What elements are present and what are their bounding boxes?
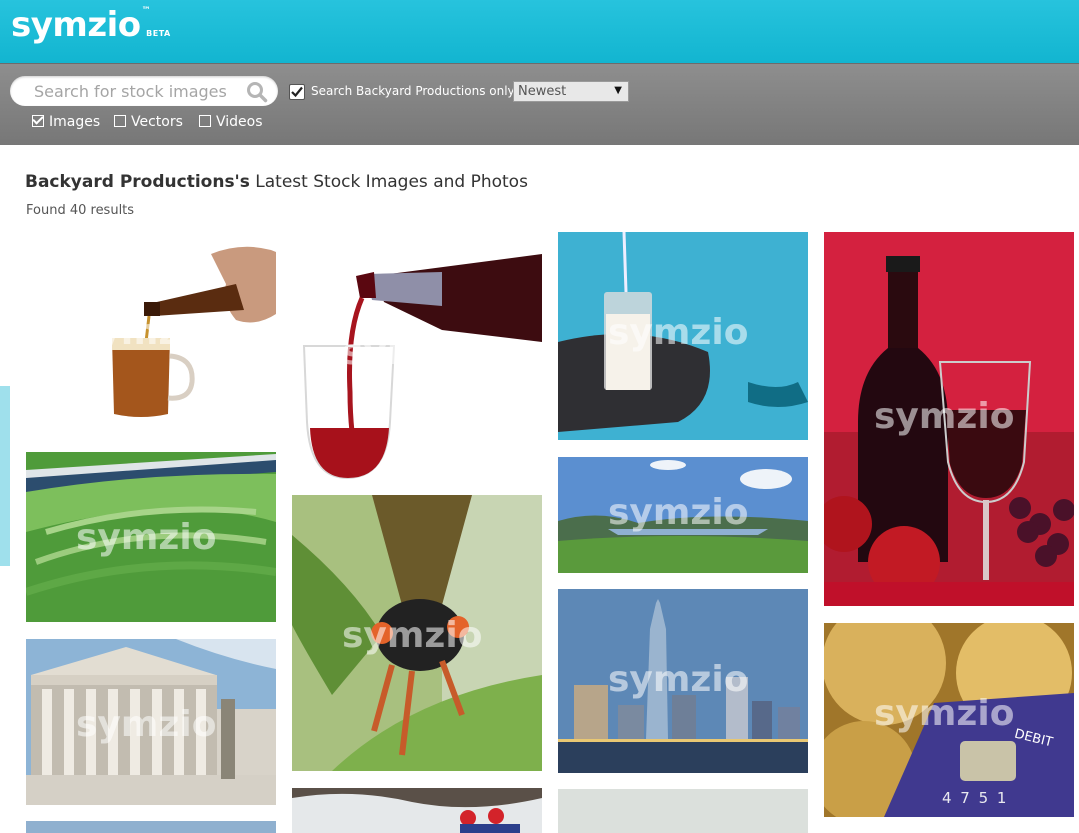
valley-image bbox=[558, 457, 808, 573]
rafting-image bbox=[292, 788, 542, 833]
image-tile-cicada[interactable]: symzio bbox=[292, 495, 542, 771]
checkbox-checked-icon bbox=[32, 115, 44, 127]
image-tile-grey[interactable] bbox=[558, 789, 808, 833]
type-option-videos[interactable]: Videos bbox=[199, 113, 263, 131]
search-owner-only-checkbox[interactable] bbox=[289, 84, 305, 100]
debit-card-number: 4 7 5 1 bbox=[942, 789, 1009, 807]
image-tile-court[interactable]: symzio bbox=[26, 639, 276, 805]
checkbox-icon bbox=[199, 115, 211, 127]
type-option-images[interactable]: Images bbox=[32, 113, 100, 131]
court-image bbox=[26, 639, 276, 805]
pool-image bbox=[26, 452, 276, 622]
image-tile-rafting[interactable] bbox=[292, 788, 542, 833]
beer-image bbox=[26, 232, 276, 438]
sort-select[interactable]: Newest ▼ bbox=[513, 81, 629, 102]
wine-pour-image bbox=[292, 232, 542, 480]
gold-coins-image bbox=[824, 623, 1074, 817]
image-tile-milk[interactable]: symzio bbox=[558, 232, 808, 440]
type-option-vectors[interactable]: Vectors bbox=[114, 113, 183, 131]
page-title: Backyard Productions's Latest Stock Imag… bbox=[25, 172, 528, 192]
image-tile-pool[interactable]: symzio bbox=[26, 452, 276, 622]
image-tile-gold-coins[interactable]: DEBIT 4 7 5 1 symzio bbox=[824, 623, 1074, 817]
beta-badge: BETA bbox=[146, 29, 171, 38]
image-tile-sky[interactable] bbox=[26, 821, 276, 833]
image-tile-skyline[interactable]: symzio bbox=[558, 589, 808, 773]
image-tile-wine-bottle[interactable]: symzio bbox=[824, 232, 1074, 606]
image-tile-beer[interactable]: symzio bbox=[26, 232, 276, 438]
skyline-image bbox=[558, 589, 808, 773]
milk-image bbox=[558, 232, 808, 440]
wine-bottle-image bbox=[824, 232, 1074, 606]
search-input[interactable] bbox=[34, 79, 239, 103]
search-owner-only-label[interactable]: Search Backyard Productions only bbox=[311, 84, 515, 99]
side-panel-tab[interactable] bbox=[0, 386, 10, 566]
search-icon[interactable] bbox=[246, 81, 268, 103]
sort-selected-value: Newest bbox=[518, 84, 567, 99]
dropdown-arrow-icon: ▼ bbox=[614, 85, 622, 96]
search-field bbox=[10, 76, 278, 106]
checkbox-icon bbox=[114, 115, 126, 127]
cicada-image bbox=[292, 495, 542, 771]
header-bar: symzio™BETA bbox=[0, 0, 1079, 63]
symzio-logo[interactable]: symzio™BETA bbox=[11, 2, 171, 57]
result-count: Found 40 results bbox=[26, 203, 135, 218]
image-tile-wine-pour[interactable]: symzio bbox=[292, 232, 542, 480]
checkmark-icon bbox=[291, 86, 303, 98]
image-tile-valley[interactable]: symzio bbox=[558, 457, 808, 573]
